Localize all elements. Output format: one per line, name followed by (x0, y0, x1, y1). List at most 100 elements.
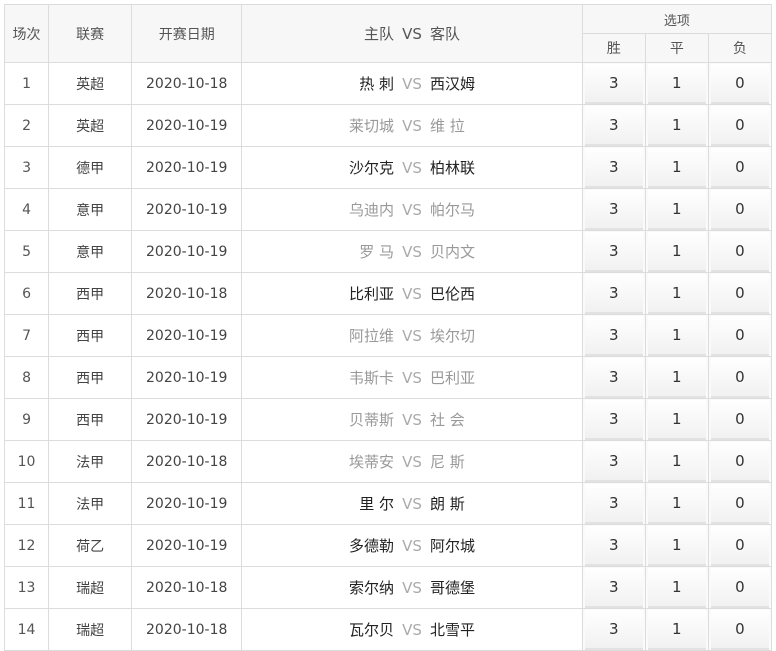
option-win-button[interactable]: 3 (584, 316, 643, 356)
option-lose-button[interactable]: 0 (710, 610, 769, 650)
table-row: 14 瑞超 2020-10-18 瓦尔贝 VS 北雪平 3 1 0 (3, 608, 773, 651)
option-win-button[interactable]: 3 (584, 526, 643, 566)
option-lose-button[interactable]: 0 (710, 232, 769, 272)
header-win: 胜 (581, 33, 646, 63)
option-lose-button[interactable]: 0 (710, 484, 769, 524)
option-draw-button[interactable]: 1 (647, 64, 706, 104)
home-team: 阿拉维 (348, 327, 394, 345)
option-draw-button[interactable]: 1 (647, 442, 706, 482)
option-win-button[interactable]: 3 (584, 106, 643, 146)
option-draw-button[interactable]: 1 (647, 568, 706, 608)
match-table: 场次 联赛 开赛日期 主队 VS 客队 选项 胜 平 负 1 英超 2020-10-… (3, 4, 773, 651)
option-win-button[interactable]: 3 (584, 274, 643, 314)
option-lose-button[interactable]: 0 (710, 442, 769, 482)
away-team: 北雪平 (429, 621, 475, 639)
option-cell-win: 3 (581, 272, 646, 315)
away-team: 帕尔马 (429, 201, 475, 219)
option-win-button[interactable]: 3 (584, 442, 643, 482)
option-win-button[interactable]: 3 (584, 568, 643, 608)
option-cell-draw: 1 (644, 62, 709, 105)
vs-label: VS (402, 410, 422, 429)
option-draw-button[interactable]: 1 (647, 484, 706, 524)
option-cell-win: 3 (581, 356, 646, 399)
option-win-button[interactable]: 3 (584, 610, 643, 650)
option-win-button[interactable]: 3 (584, 232, 643, 272)
option-cell-win: 3 (581, 188, 646, 231)
away-team: 巴利亚 (429, 369, 475, 387)
option-win-button[interactable]: 3 (584, 358, 643, 398)
option-cell-lose: 0 (707, 608, 773, 651)
table-row: 6 西甲 2020-10-18 比利亚 VS 巴伦西 3 1 0 (3, 272, 773, 315)
option-cell-draw: 1 (644, 230, 709, 273)
league-name: 西甲 (48, 314, 133, 357)
home-team: 热 刺 (359, 75, 394, 93)
match-cell: 热 刺 VS 西汉姆 (241, 62, 583, 105)
option-draw-button[interactable]: 1 (647, 190, 706, 230)
option-lose-button[interactable]: 0 (710, 106, 769, 146)
round-number: 11 (3, 482, 50, 525)
round-number: 4 (3, 188, 50, 231)
option-lose-button[interactable]: 0 (710, 148, 769, 188)
option-draw-button[interactable]: 1 (647, 274, 706, 314)
away-team: 阿尔城 (429, 537, 475, 555)
match-date: 2020-10-19 (131, 356, 243, 399)
option-cell-draw: 1 (644, 398, 709, 441)
option-cell-lose: 0 (707, 62, 773, 105)
option-draw-button[interactable]: 1 (647, 610, 706, 650)
option-cell-draw: 1 (644, 566, 709, 609)
option-win-button[interactable]: 3 (584, 400, 643, 440)
option-lose-button[interactable]: 0 (710, 526, 769, 566)
option-win-button[interactable]: 3 (584, 190, 643, 230)
header-match: 主队 VS 客队 (241, 4, 583, 63)
header-away: 客队 (429, 25, 460, 43)
home-team: 索尔纳 (348, 579, 394, 597)
home-team: 多德勒 (348, 537, 394, 555)
table-row: 10 法甲 2020-10-18 埃蒂安 VS 尼 斯310 (3, 440, 773, 483)
option-lose-button[interactable]: 0 (710, 316, 769, 356)
vs-label: VS (402, 242, 422, 261)
option-lose-button[interactable]: 0 (710, 190, 769, 230)
vs-label: VS (402, 158, 422, 177)
away-team: 埃尔切 (429, 327, 475, 345)
option-win-button[interactable]: 3 (584, 484, 643, 524)
table-row: 9 西甲 2020-10-19 贝蒂斯 VS 社 会 310 (3, 398, 773, 441)
option-draw-button[interactable]: 1 (647, 358, 706, 398)
option-cell-lose: 0 (707, 314, 773, 357)
match-cell: 里 尔 VS 朗 斯 (241, 482, 583, 525)
option-win-button[interactable]: 3 (584, 64, 643, 104)
away-team: 维 拉 (429, 117, 465, 135)
option-cell-draw: 1 (644, 272, 709, 315)
match-cell: 瓦尔贝 VS 北雪平 (241, 608, 583, 651)
option-lose-button[interactable]: 0 (710, 274, 769, 314)
option-draw-button[interactable]: 1 (647, 400, 706, 440)
option-draw-button[interactable]: 1 (647, 316, 706, 356)
away-team: 尼 斯 (429, 453, 465, 471)
match-cell: 阿拉维 VS 埃尔切 (241, 314, 583, 357)
match-cell: 莱切城 VS 维 拉 (241, 104, 583, 147)
round-number: 14 (3, 608, 50, 651)
match-cell: 罗 马 VS 贝内文 (241, 230, 583, 273)
option-win-button[interactable]: 3 (584, 148, 643, 188)
header-home: 主队 (363, 25, 394, 43)
match-cell: 贝蒂斯 VS 社 会 (241, 398, 583, 441)
match-cell: 比利亚 VS 巴伦西 (241, 272, 583, 315)
option-lose-button[interactable]: 0 (710, 358, 769, 398)
match-cell: 韦斯卡 VS 巴利亚 (241, 356, 583, 399)
option-lose-button[interactable]: 0 (710, 568, 769, 608)
option-draw-button[interactable]: 1 (647, 106, 706, 146)
home-team: 韦斯卡 (348, 369, 394, 387)
vs-label: VS (402, 536, 422, 555)
option-lose-button[interactable]: 0 (710, 64, 769, 104)
option-lose-button[interactable]: 0 (710, 400, 769, 440)
option-draw-button[interactable]: 1 (647, 232, 706, 272)
option-draw-button[interactable]: 1 (647, 148, 706, 188)
header-date: 开赛日期 (131, 4, 243, 63)
match-date: 2020-10-18 (131, 62, 243, 105)
table-row: 5 意甲 2020-10-19 罗 马 VS 贝内文 3 1 0 (3, 230, 773, 273)
option-draw-button[interactable]: 1 (647, 526, 706, 566)
league-name: 瑞超 (48, 608, 133, 651)
league-name: 英超 (48, 62, 133, 105)
match-date: 2020-10-19 (131, 146, 243, 189)
round-number: 8 (3, 356, 50, 399)
match-date: 2020-10-18 (131, 608, 243, 651)
